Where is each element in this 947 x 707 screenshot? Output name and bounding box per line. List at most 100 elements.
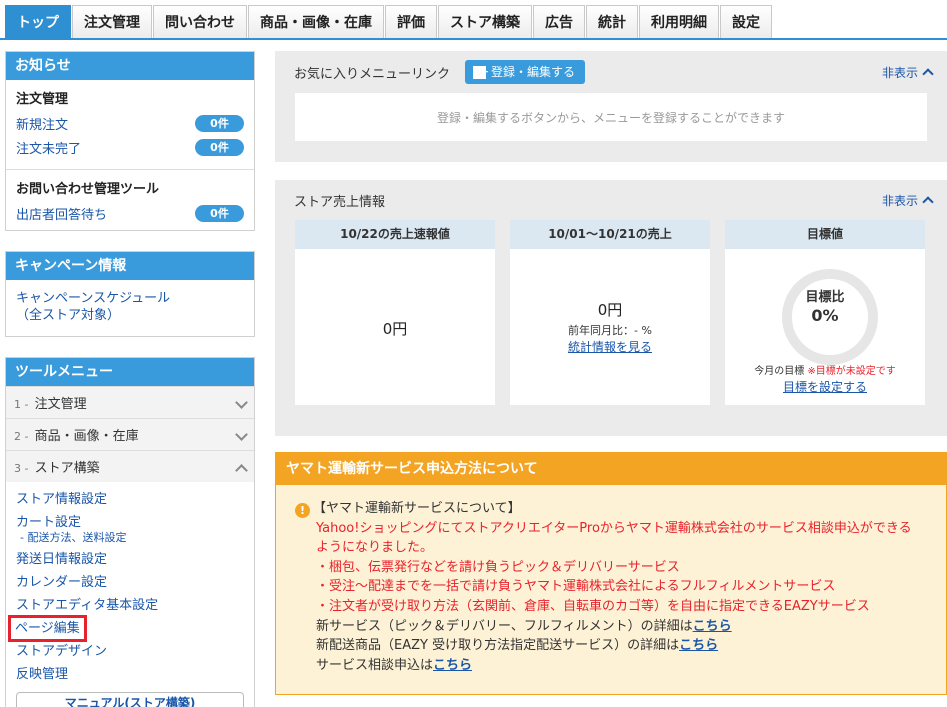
store-build-submenu: ストア情報設定 カート設定 - 配送方法、送料設定 発送日情報設定 カレンダー設… (6, 482, 254, 707)
chevron-down-icon (236, 430, 246, 440)
notice-row-awaiting-reply: 出店者回答待ち 0件 (16, 201, 244, 225)
order-notice-group: 注文管理 新規注文 0件 注文未完了 0件 (6, 80, 254, 159)
sales-title: ストア売上情報 (294, 194, 386, 210)
monthly-sales-body: 0円 前年同月比：- % 統計情報を見る (510, 249, 710, 405)
campaign-link-line2: （全ストア対象） (16, 308, 121, 323)
accordion-store-build-label: ストア構築 (34, 461, 100, 476)
chevron-up-icon (236, 462, 246, 472)
yamato-heading: 【ヤマト運輸新サービスについて】 (313, 501, 521, 516)
new-order-link[interactable]: 新規注文 (16, 114, 68, 133)
yamato-title: ヤマト運輸新サービス申込方法について (276, 453, 946, 485)
sales-hide-label: 非表示 (881, 193, 918, 208)
accordion-products[interactable]: 2 - 商品・画像・在庫 (6, 418, 254, 450)
inquiry-group-title: お問い合わせ管理ツール (16, 182, 160, 197)
sales-panel: ストア売上情報 非表示 10/22の売上速報値 0円 10/01～10/21の売… (275, 180, 947, 436)
favorites-hide-link[interactable]: 非表示 (881, 64, 934, 81)
goal-unset-note: ※目標が未設定です (807, 366, 896, 377)
tab-stats[interactable]: 統計 (586, 5, 638, 38)
new-shipping-details-link[interactable]: こちら (679, 638, 718, 653)
set-goal-link[interactable]: 目標を設定する (783, 380, 867, 394)
tab-store-build[interactable]: ストア構築 (438, 5, 532, 38)
accordion-orders[interactable]: 1 - 注文管理 (6, 386, 254, 418)
daily-sales-header: 10/22の売上速報値 (295, 220, 495, 249)
daily-sales-body: 0円 (295, 249, 495, 405)
order-incomplete-count-badge[interactable]: 0件 (195, 138, 244, 156)
menu-store-info[interactable]: ストア情報設定 (16, 488, 244, 511)
menu-page-edit[interactable]: ページ編集 (8, 615, 87, 642)
sales-header: ストア売上情報 非表示 (275, 180, 947, 220)
yamato-text-7-label: 新配送商品（EAZY 受け取り方法指定配送サービス）の詳細は (316, 638, 680, 654)
menu-ship-date[interactable]: 発送日情報設定 (16, 548, 244, 571)
campaign-schedule-link[interactable]: キャンペーンスケジュール （全ストア対象） (6, 280, 254, 336)
menu-editor-basic[interactable]: ストアエディタ基本設定 (16, 594, 244, 617)
tab-billing[interactable]: 利用明細 (639, 5, 719, 38)
yamato-announcement: ヤマト運輸新サービス申込方法について ! 【ヤマト運輸新サービスについて】 Yah… (275, 452, 947, 695)
accordion-products-num: 2 - (14, 430, 29, 443)
tool-menu-title: ツールメニュー (6, 358, 254, 386)
favorites-empty-message: 登録・編集するボタンから、メニューを登録することができます (295, 93, 927, 141)
stats-link-wrap: 統計情報を見る (510, 338, 710, 355)
chevron-up-icon (922, 196, 934, 208)
inquiry-notice-group: お問い合わせ管理ツール 出店者回答待ち 0件 (6, 170, 254, 225)
accordion-store-build[interactable]: 3 - ストア構築 (6, 450, 254, 482)
yamato-text-6: 新サービス（ピック＆デリバリー、フルフィルメント）の詳細はこちら (295, 617, 946, 637)
campaign-box: キャンペーン情報 キャンペーンスケジュール （全ストア対象） (5, 251, 255, 337)
menu-publish[interactable]: 反映管理 (16, 663, 244, 686)
manual-button[interactable]: マニュアル(ストア構築) (16, 692, 244, 707)
register-edit-button[interactable]: 登録・編集する (465, 60, 586, 84)
yamato-text-7: 新配送商品（EAZY 受け取り方法指定配送サービス）の詳細はこちら (295, 636, 946, 656)
accordion-orders-num: 1 - (14, 398, 29, 411)
notice-title: お知らせ (6, 52, 254, 80)
tab-orders[interactable]: 注文管理 (72, 5, 152, 38)
monthly-sales-value: 0円 (597, 301, 623, 319)
favorites-panel: お気に入りメニューリンク 登録・編集する 非表示 登録・編集するボタンから、メニ… (275, 51, 947, 162)
notice-row-new-order: 新規注文 0件 (16, 111, 244, 135)
yamato-text-6-label: 新サービス（ピック＆デリバリー、フルフィルメント）の詳細は (316, 618, 693, 634)
new-order-count-badge[interactable]: 0件 (195, 114, 244, 132)
yamato-text-4: ・受注～配達までを一括で請け負うヤマト運輸株式会社によるフルフィルメントサービス (316, 579, 836, 595)
target-card: 目標値 目標比 0% 今月の目標 ※目標が未設定です 目標を設定する (725, 220, 925, 405)
menu-store-design[interactable]: ストアデザイン (16, 640, 244, 663)
campaign-title: キャンペーン情報 (6, 252, 254, 280)
yamato-text-8: サービス相談申込はこちら (295, 656, 946, 676)
daily-sales-value: 0円 (382, 320, 408, 338)
chevron-down-icon (236, 398, 246, 408)
top-navigation: トップ 注文管理 問い合わせ 商品・画像・在庫 評価 ストア構築 広告 統計 利… (0, 0, 947, 40)
target-ratio-label: 目標比 (805, 290, 845, 305)
yamato-text-5: ・注文者が受け取り方法（玄関前、倉庫、自転車のカゴ等）を自由に指定できるEAZY… (316, 598, 870, 614)
awaiting-reply-count-badge[interactable]: 0件 (195, 204, 244, 222)
chevron-up-icon (922, 68, 934, 80)
menu-calendar[interactable]: カレンダー設定 (16, 571, 244, 594)
target-body: 目標比 0% 今月の目標 ※目標が未設定です 目標を設定する (725, 249, 925, 405)
view-stats-link[interactable]: 統計情報を見る (568, 340, 652, 354)
sales-hide-link[interactable]: 非表示 (881, 192, 934, 209)
new-service-details-link[interactable]: こちら (693, 619, 732, 634)
campaign-link-line1: キャンペーンスケジュール (16, 291, 171, 306)
tab-inquiries[interactable]: 問い合わせ (153, 5, 247, 38)
tab-reviews[interactable]: 評価 (385, 5, 437, 38)
menu-shipping-settings[interactable]: - 配送方法、送料設定 (16, 531, 244, 548)
monthly-goal-line: 今月の目標 ※目標が未設定です (725, 362, 925, 377)
order-incomplete-link[interactable]: 注文未完了 (16, 138, 81, 157)
notice-row-order-incomplete: 注文未完了 0件 (16, 135, 244, 159)
set-goal-wrap: 目標を設定する (725, 378, 925, 395)
favorites-hide-label: 非表示 (881, 65, 918, 80)
yamato-text-3: ・梱包、伝票発行などを請け負うピック＆デリバリーサービス (316, 559, 680, 575)
tab-top[interactable]: トップ (5, 5, 71, 38)
notice-box: お知らせ 注文管理 新規注文 0件 注文未完了 0件 お問い合わせ管理ツール 出… (5, 51, 255, 231)
tab-products[interactable]: 商品・画像・在庫 (248, 5, 384, 38)
monthly-goal-label: 今月の目標 (754, 366, 805, 377)
yamato-heading-line: ! 【ヤマト運輸新サービスについて】 (295, 499, 946, 519)
register-edit-label: 登録・編集する (491, 65, 576, 79)
sales-cards: 10/22の売上速報値 0円 10/01～10/21の売上 0円 前年同月比：-… (275, 220, 947, 405)
awaiting-reply-link[interactable]: 出店者回答待ち (16, 204, 107, 223)
tab-settings[interactable]: 設定 (720, 5, 772, 38)
yoy-ratio: 前年同月比：- % (568, 324, 652, 337)
monthly-sales-card: 10/01～10/21の売上 0円 前年同月比：- % 統計情報を見る (510, 220, 710, 405)
order-group-title: 注文管理 (16, 92, 69, 107)
consultation-apply-link[interactable]: こちら (433, 658, 472, 673)
edit-icon (473, 60, 489, 84)
info-icon: ! (295, 503, 310, 518)
yamato-body: ! 【ヤマト運輸新サービスについて】 Yahoo!ショッピングにてストアクリエイタ… (276, 485, 946, 675)
tab-ads[interactable]: 広告 (533, 5, 585, 38)
